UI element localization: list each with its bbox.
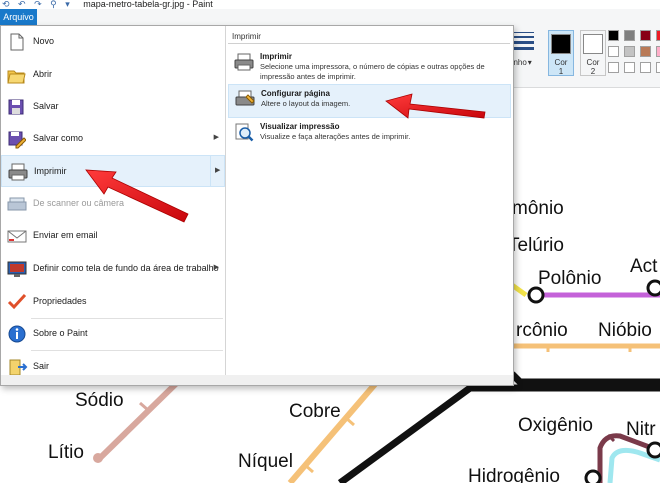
palette-swatch[interactable] (608, 30, 619, 41)
file-tab[interactable]: Arquivo (0, 9, 37, 25)
open-folder-icon (6, 65, 28, 85)
exit-icon (6, 357, 28, 377)
palette-swatch[interactable] (656, 30, 660, 41)
submenu-divider (228, 43, 510, 44)
menu-item-label: Definir como tela de fundo da área de tr… (33, 263, 219, 273)
submenu-item-imprimir[interactable]: Imprimir Selecione uma impressora, o núme… (228, 48, 511, 82)
palette-swatch[interactable] (624, 30, 635, 41)
menu-item-label: Propriedades (33, 296, 87, 306)
menu-item-label: Salvar (33, 101, 59, 111)
quick-access-toolbar[interactable]: ⟲ ↶ ↷ ⚲ ▾ (2, 0, 73, 9)
file-menu-commands: Novo Abrir Salvar Salvar como ▶ Imprimir ▶ De s… (1, 26, 225, 377)
menu-item-label: De scanner ou câmera (33, 198, 125, 208)
color1-number: 1 (558, 67, 564, 76)
palette-swatch[interactable] (656, 46, 660, 57)
palette-swatch[interactable] (624, 46, 635, 57)
checkmark-icon (6, 292, 28, 312)
palette-swatch[interactable] (640, 30, 651, 41)
palette-swatch[interactable] (640, 62, 651, 73)
new-document-icon (6, 32, 28, 52)
printer-icon (7, 162, 29, 182)
menu-item-imprimir[interactable]: Imprimir ▶ (1, 155, 225, 187)
menu-item-abrir[interactable]: Abrir (1, 59, 225, 91)
palette-swatch[interactable] (656, 62, 660, 73)
save-as-icon (6, 129, 28, 149)
menu-item-label: Imprimir (34, 166, 67, 176)
menu-item-label: Salvar como (33, 133, 84, 143)
desktop-icon (6, 259, 28, 279)
menu-item-salvar-como[interactable]: Salvar como ▶ (1, 123, 225, 155)
menu-item-label: Abrir (33, 69, 53, 79)
color2-number: 2 (590, 67, 596, 76)
submenu-item-title: Visualizar impressão (260, 122, 340, 131)
submenu-header: Imprimir (232, 32, 261, 41)
size-icon[interactable] (512, 32, 534, 58)
menu-footer (1, 375, 513, 385)
scanner-icon (6, 194, 28, 214)
submenu-item-configurar-pagina[interactable]: Configurar página Altere o layout da imag… (228, 84, 511, 118)
menu-item-label: Novo (33, 36, 55, 46)
station-label: Nióbio (598, 320, 652, 341)
menu-item-label: Sair (33, 361, 50, 371)
color2-button[interactable]: Cor 2 (580, 30, 606, 76)
station-label: Níquel (238, 451, 293, 472)
menu-item-definir-como-tela-de-fundo-da-area-de-trabalho[interactable]: Definir como tela de fundo da área de tr… (1, 253, 225, 285)
station-label: Oxigênio (518, 415, 593, 436)
menu-item-enviar-em-email[interactable]: Enviar em email (1, 220, 225, 252)
page-setup-icon (234, 89, 256, 109)
station-label: rcônio (516, 320, 568, 341)
window-title: mapa-metro-tabela-gr.jpg - Paint (83, 0, 213, 9)
menu-item-label: Enviar em email (33, 230, 98, 240)
submenu-arrow-icon: ▶ (210, 156, 224, 186)
file-menu: Novo Abrir Salvar Salvar como ▶ Imprimir ▶ De s… (0, 25, 514, 386)
station-label: mônio (512, 198, 564, 219)
print-preview-icon (233, 122, 255, 142)
station-label: Polônio (538, 268, 601, 289)
station-label: Telúrio (508, 235, 564, 256)
submenu-item-description: Altere o layout da imagem. (261, 99, 351, 108)
station-label: Lítio (48, 442, 84, 463)
submenu-item-title: Imprimir (260, 52, 293, 61)
submenu-item-description: Visualize e faça alterações antes de imp… (260, 132, 411, 141)
save-disk-icon (6, 97, 28, 117)
palette-swatch[interactable] (640, 46, 651, 57)
menu-item-sobre-o-paint[interactable]: Sobre o Paint (1, 318, 225, 350)
menu-item-de-scanner-ou-camera[interactable]: De scanner ou câmera (1, 188, 225, 220)
palette-swatch[interactable] (608, 46, 619, 57)
print-submenu: Imprimir Imprimir Selecione uma impressor… (225, 26, 514, 375)
station-label: Hidrogênio (468, 466, 560, 483)
submenu-arrow-icon: ▶ (213, 264, 219, 271)
submenu-item-visualizar-impressao[interactable]: Visualizar impressão Visualize e faça alt… (228, 118, 511, 146)
color2-swatch (583, 34, 603, 54)
info-icon (6, 324, 28, 344)
station-label: Cobre (289, 401, 341, 422)
menu-item-propriedades[interactable]: Propriedades (1, 286, 225, 318)
submenu-item-description: Selecione uma impressora, o número de có… (260, 62, 485, 81)
station-label: Nitr (626, 419, 656, 440)
menu-item-novo[interactable]: Novo (1, 26, 225, 58)
palette-swatch[interactable] (624, 62, 635, 73)
palette-swatch[interactable] (608, 62, 619, 73)
email-icon (6, 226, 28, 246)
color1-label: Cor (554, 58, 568, 67)
color1-button[interactable]: Cor 1 (548, 30, 574, 76)
title-bar: ⟲ ↶ ↷ ⚲ ▾ mapa-metro-tabela-gr.jpg - Pai… (0, 0, 660, 9)
printer-icon (233, 52, 255, 72)
color1-swatch (551, 34, 571, 54)
submenu-arrow-icon: ▶ (213, 134, 219, 141)
station-label: Sódio (75, 390, 124, 411)
menu-item-label: Sobre o Paint (33, 328, 88, 338)
color2-label: Cor (586, 58, 600, 67)
submenu-item-title: Configurar página (261, 89, 330, 98)
menu-item-salvar[interactable]: Salvar (1, 91, 225, 123)
station-label: Act (630, 256, 658, 277)
